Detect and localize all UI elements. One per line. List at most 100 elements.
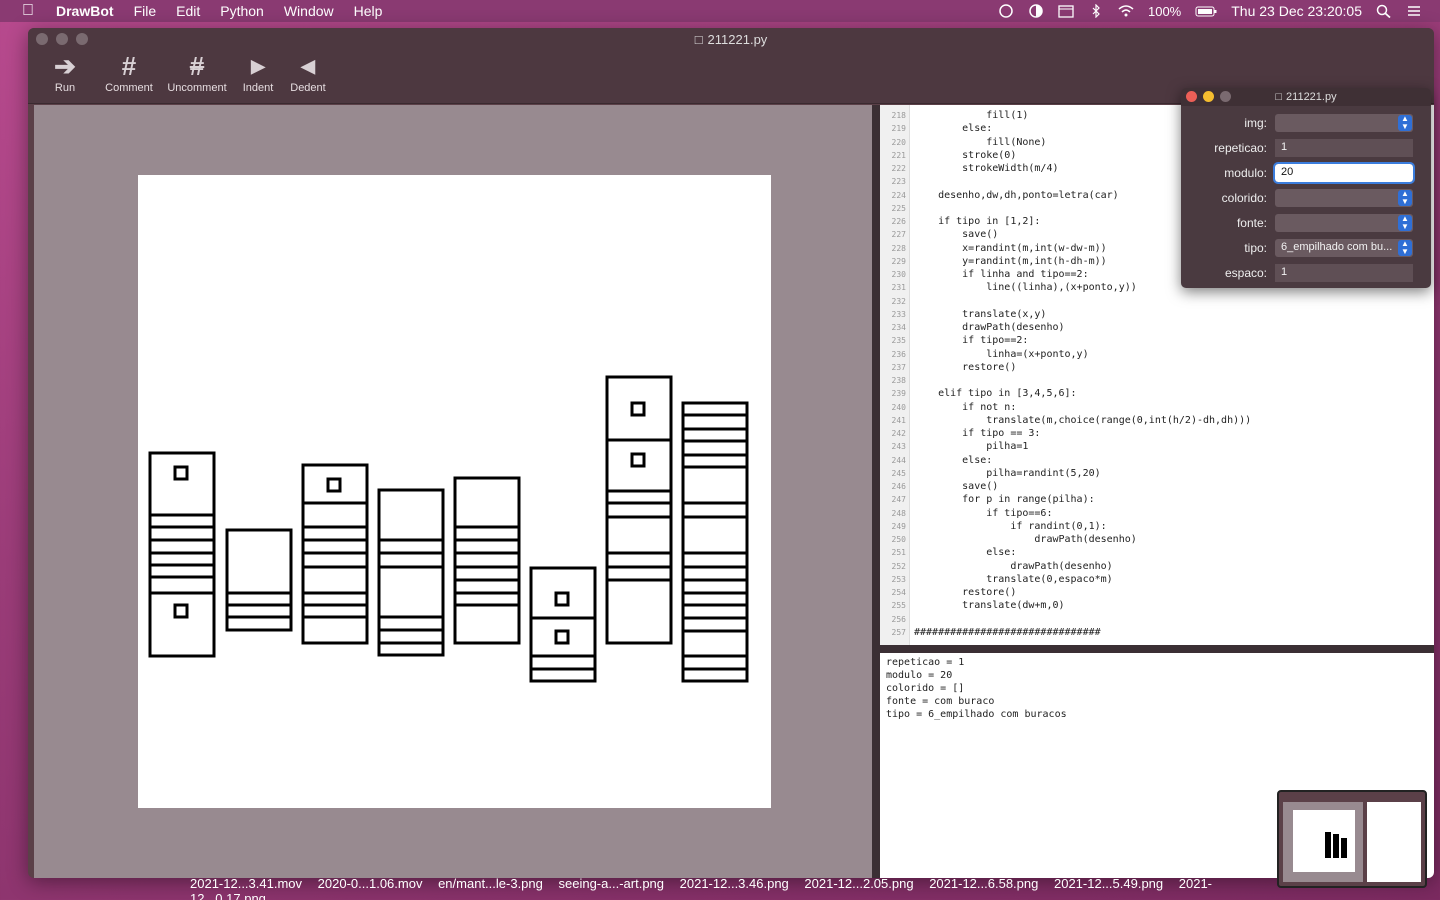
indent-button[interactable]: ▶ Indent — [236, 50, 280, 103]
menu-file[interactable]: File — [124, 3, 167, 19]
indent-label: Indent — [242, 82, 274, 94]
code-line: 232 — [880, 296, 914, 309]
menu-python[interactable]: Python — [210, 3, 274, 19]
bluetooth-icon[interactable] — [1088, 3, 1104, 19]
desktop-file[interactable]: en/mant...le-3.png — [438, 876, 543, 891]
run-label: Run — [54, 82, 76, 94]
code-line: 237 restore() — [880, 361, 1017, 375]
canvas-area[interactable] — [34, 105, 872, 878]
creative-cloud-icon[interactable] — [998, 4, 1014, 18]
panel-row-label: fonte: — [1236, 216, 1267, 230]
window-titlebar[interactable]: □ 211221.py — [28, 28, 1434, 50]
code-text: stroke(0) — [914, 149, 1017, 161]
panel-row-label: modulo: — [1224, 166, 1267, 180]
panel-zoom-button[interactable] — [1220, 91, 1231, 102]
panel-popup[interactable]: 6_empilhado com bu... ▲ ▼ — [1275, 239, 1413, 257]
line-number: 226 — [891, 217, 906, 226]
dark-mode-icon[interactable] — [1028, 4, 1044, 18]
menu-edit[interactable]: Edit — [166, 3, 210, 19]
desktop-file[interactable]: seeing-a...-art.png — [559, 876, 665, 891]
panel-row: tipo: 6_empilhado com bu... ▲ ▼ — [1181, 238, 1431, 258]
code-text: x=randint(m,int(w-dw-m)) — [914, 242, 1107, 254]
output-line: modulo = 20 — [886, 670, 953, 681]
code-text: pilha=1 — [914, 441, 1029, 453]
code-line: 251 else: — [880, 547, 1017, 560]
line-number: 244 — [891, 455, 906, 465]
code-text: if tipo==6: — [914, 507, 1053, 519]
panel-minimize-button[interactable] — [1203, 91, 1214, 102]
horizontal-splitter[interactable] — [880, 645, 1434, 653]
code-text: pilha=randint(5,20) — [914, 467, 1101, 479]
panel-text-field[interactable]: 1 — [1275, 264, 1413, 282]
panel-popup[interactable]: ▲ ▼ — [1275, 114, 1413, 132]
minimize-button[interactable] — [56, 33, 68, 45]
code-line: 225 — [880, 203, 914, 216]
run-arrow-icon: ➔ — [54, 50, 76, 81]
line-number: 248 — [891, 508, 906, 518]
run-button[interactable]: ➔ Run — [36, 50, 94, 103]
line-number: 231 — [891, 283, 906, 293]
desktop-file[interactable]: 2021-12...3.46.png — [680, 876, 789, 891]
line-number: 227 — [891, 230, 906, 240]
panel-text-field[interactable]: 1 — [1275, 139, 1413, 157]
code-line: 253 translate(0,espaco*m) — [880, 574, 1113, 587]
vertical-splitter[interactable] — [872, 105, 880, 878]
panel-popup[interactable]: ⁢⁢▲▼ — [1275, 214, 1413, 232]
dedent-button[interactable]: ◀ Dedent — [286, 50, 330, 103]
code-text: restore() — [914, 587, 1017, 598]
line-number: 229 — [891, 256, 906, 266]
code-text: else: — [914, 454, 993, 466]
code-line: 223 — [880, 176, 914, 189]
code-text: restore() — [914, 361, 1017, 373]
clock[interactable]: Thu 23 Dec 23:20:05 — [1231, 3, 1362, 19]
line-number: 250 — [891, 535, 906, 544]
uncomment-button[interactable]: # Uncomment — [164, 50, 230, 103]
desktop-file[interactable]: 2021-12...2.05.png — [804, 876, 913, 891]
menu-help[interactable]: Help — [344, 3, 393, 19]
panel-row-label: repeticao: — [1214, 141, 1267, 155]
wifi-icon[interactable] — [1118, 4, 1134, 18]
desktop-file[interactable]: 2020-0...1.06.mov — [318, 876, 423, 891]
line-number: 220 — [891, 137, 906, 147]
code-text: elif tipo in [3,4,5,6]: — [914, 388, 1077, 400]
apple-menu-icon[interactable]:  — [0, 2, 56, 20]
artboard[interactable] — [138, 175, 771, 808]
comment-button[interactable]: # Comment — [100, 50, 158, 103]
code-line: 250 drawPath(desenho) — [880, 534, 1137, 547]
line-number: 255 — [891, 601, 906, 611]
panel-field-value: 6_empilhado com bu... — [1281, 241, 1393, 253]
panel-titlebar[interactable]: □ 211221.py — [1181, 88, 1431, 106]
code-line: 234 drawPath(desenho) — [880, 322, 1065, 335]
control-center-icon[interactable] — [1406, 4, 1422, 18]
panel-text-field[interactable]: 20 — [1273, 162, 1415, 184]
popup-arrows-icon: ▲ ▼ — [1398, 215, 1412, 231]
menu-window[interactable]: Window — [274, 3, 344, 19]
desktop-file[interactable]: 2021-12...3.41.mov — [190, 876, 302, 891]
artwork-drawing — [148, 375, 749, 683]
hash-strike-icon: # — [189, 50, 205, 81]
variables-panel: □ 211221.py img: ▲ ▼ repeticao: 1 modulo: 20 co… — [1181, 88, 1431, 288]
close-button[interactable] — [36, 33, 48, 45]
panel-row: repeticao: 1 — [1181, 138, 1431, 158]
spotlight-icon[interactable] — [1376, 4, 1392, 19]
desktop-file[interactable]: 2021-12...5.49.png — [1054, 876, 1163, 891]
code-line: 233 translate(x,y) — [880, 309, 1047, 322]
output-line: repeticao = 1 — [886, 657, 965, 668]
panel-close-button[interactable] — [1186, 91, 1197, 102]
panel-popup[interactable]: ⁢⁢▲▼ — [1275, 189, 1413, 207]
screenshot-thumbnail[interactable] — [1277, 790, 1427, 888]
code-line: 252 drawPath(desenho) — [880, 561, 1113, 574]
code-line: 219 else: — [880, 123, 993, 136]
calendar-icon[interactable] — [1058, 4, 1074, 18]
battery-icon[interactable] — [1195, 4, 1217, 18]
output-line: colorido = [] — [886, 683, 965, 694]
line-number: 253 — [891, 574, 906, 584]
zoom-button[interactable] — [76, 33, 88, 45]
line-number: 225 — [891, 203, 906, 213]
thumbnail-preview — [1279, 792, 1425, 886]
desktop-file[interactable]: 2021-12...6.58.png — [929, 876, 1038, 891]
code-line: 256 — [880, 614, 914, 627]
code-line: 226 if tipo in [1,2]: — [880, 216, 1041, 229]
app-menu[interactable]: DrawBot — [56, 3, 124, 19]
code-line: 245 pilha=randint(5,20) — [880, 468, 1101, 481]
